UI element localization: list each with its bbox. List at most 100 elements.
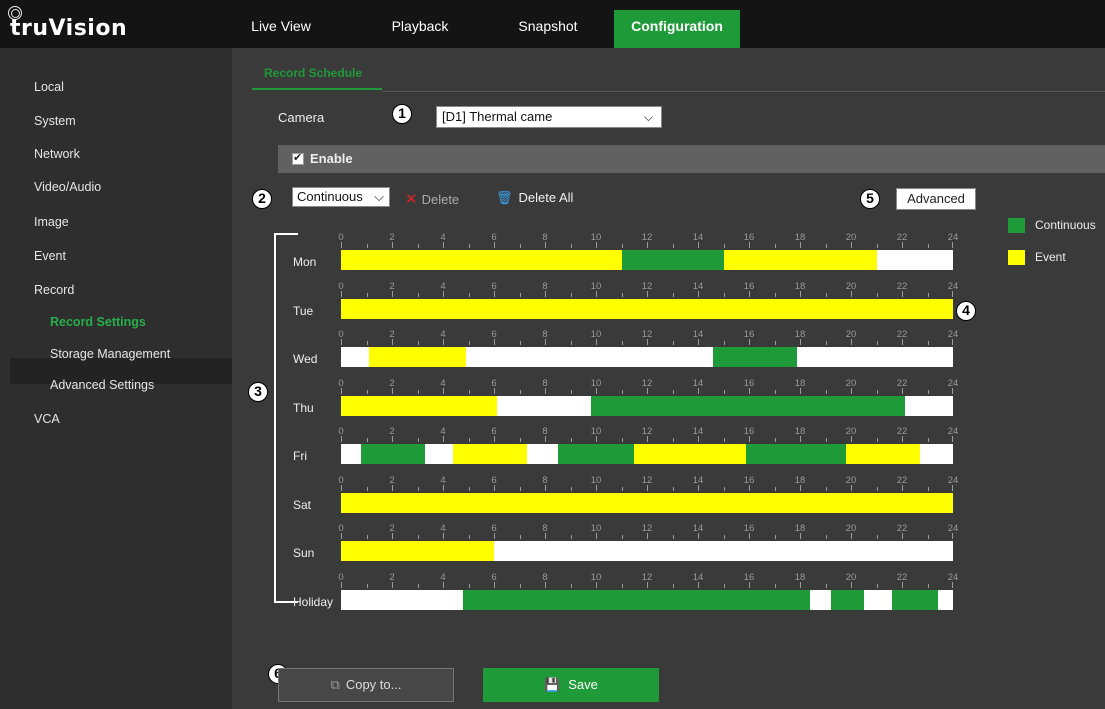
tab-record-schedule[interactable]: Record Schedule <box>252 56 382 90</box>
title-divider <box>382 91 1105 92</box>
event-segment[interactable] <box>453 444 528 464</box>
record-type-select[interactable]: Continuous ⌵ <box>292 187 390 207</box>
tick-mark <box>851 291 852 297</box>
event-segment[interactable] <box>341 299 953 319</box>
tick-label: 24 <box>947 329 959 340</box>
tick-mark <box>902 533 903 539</box>
event-segment[interactable] <box>341 250 622 270</box>
tick-mark <box>545 582 546 588</box>
copy-icon: ⧉ <box>330 677 340 692</box>
tick-mark <box>876 535 878 539</box>
sidebar-item-vca[interactable]: VCA <box>34 412 60 426</box>
tick-mark <box>952 291 953 297</box>
tick-mark <box>596 582 597 588</box>
schedule-bar-fri[interactable] <box>341 444 953 464</box>
tick-mark <box>621 487 623 491</box>
tick-mark <box>647 436 648 442</box>
tick-mark <box>366 244 368 248</box>
continuous-segment[interactable] <box>621 250 724 270</box>
tick-mark <box>952 582 953 588</box>
schedule-bar-sun[interactable] <box>341 541 953 561</box>
delete-button[interactable]: ✕ Delete <box>405 190 459 208</box>
tick-mark <box>468 244 470 248</box>
advanced-button[interactable]: Advanced <box>896 188 976 210</box>
continuous-segment[interactable] <box>746 444 846 464</box>
tick-mark <box>698 533 699 539</box>
sidebar-item-record[interactable]: Record <box>34 283 74 297</box>
tick-label: 24 <box>947 523 959 534</box>
continuous-segment[interactable] <box>891 590 938 610</box>
schedule-bar-wed[interactable] <box>341 347 953 367</box>
tick-mark <box>774 535 776 539</box>
schedule-bar-mon[interactable] <box>341 250 953 270</box>
tick-mark <box>519 293 521 297</box>
sidebar-item-local[interactable]: Local <box>34 80 64 94</box>
tick-mark <box>672 487 674 491</box>
sidebar-item-event[interactable]: Event <box>34 249 66 263</box>
continuous-segment[interactable] <box>463 590 811 610</box>
continuous-segment[interactable] <box>713 347 798 367</box>
sidebar-item-advanced-settings[interactable]: Advanced Settings <box>50 378 154 392</box>
tick-mark <box>876 390 878 394</box>
sidebar-item-network[interactable]: Network <box>34 147 80 161</box>
tick-mark <box>851 436 852 442</box>
tick-mark <box>621 293 623 297</box>
sidebar-item-storage-management[interactable]: Storage Management <box>50 347 170 361</box>
tick-mark <box>647 242 648 248</box>
tab-live-view[interactable]: Live View <box>246 10 316 48</box>
tick-mark <box>800 485 801 491</box>
event-segment[interactable] <box>845 444 920 464</box>
event-segment[interactable] <box>341 396 497 416</box>
sidebar-item-record-settings[interactable]: Record Settings <box>50 315 146 329</box>
tick-mark <box>698 582 699 588</box>
legend-swatch-event <box>1008 250 1025 265</box>
tab-snapshot[interactable]: Snapshot <box>508 10 588 48</box>
event-segment[interactable] <box>723 250 877 270</box>
tick-mark <box>825 487 827 491</box>
camera-select[interactable]: [D1] Thermal came ⌵ <box>436 106 662 128</box>
tick-mark <box>621 341 623 345</box>
tick-mark <box>800 291 801 297</box>
tick-label: 24 <box>947 572 959 583</box>
tick-mark <box>851 533 852 539</box>
copy-to-button[interactable]: ⧉ Copy to... <box>278 668 454 702</box>
day-label-tue: Tue <box>293 304 314 318</box>
event-segment[interactable] <box>341 493 953 513</box>
tick-mark <box>392 436 393 442</box>
event-segment[interactable] <box>634 444 747 464</box>
event-segment[interactable] <box>341 541 494 561</box>
tick-mark <box>723 293 725 297</box>
tick-mark <box>698 291 699 297</box>
tab-playback[interactable]: Playback <box>382 10 458 48</box>
tick-mark <box>749 388 750 394</box>
tick-mark <box>570 390 572 394</box>
tick-mark <box>927 487 929 491</box>
tick-mark <box>749 242 750 248</box>
tick-mark <box>570 244 572 248</box>
continuous-segment[interactable] <box>557 444 635 464</box>
event-segment[interactable] <box>369 347 466 367</box>
sidebar-item-video-audio[interactable]: Video/Audio <box>34 180 101 194</box>
schedule-bar-holiday[interactable] <box>341 590 953 610</box>
tick-mark <box>417 341 419 345</box>
sidebar-item-image[interactable]: Image <box>34 215 69 229</box>
tab-configuration[interactable]: Configuration <box>614 10 740 48</box>
tick-mark <box>774 438 776 442</box>
continuous-segment[interactable] <box>361 444 426 464</box>
timeline-ticks: 0 2 4 6 8 10 12 14 16 18 20 22 24 <box>338 378 958 394</box>
schedule-bar-thu[interactable] <box>341 396 953 416</box>
continuous-segment[interactable] <box>830 590 864 610</box>
sidebar-item-system[interactable]: System <box>34 114 76 128</box>
schedule-bar-sat[interactable] <box>341 493 953 513</box>
timeline-ticks: 0 2 4 6 8 10 12 14 16 18 20 22 24 <box>338 572 958 588</box>
tick-label: 24 <box>947 232 959 243</box>
schedule-bar-tue[interactable] <box>341 299 953 319</box>
tick-mark <box>800 242 801 248</box>
enable-checkbox[interactable] <box>292 151 304 165</box>
continuous-segment[interactable] <box>590 396 905 416</box>
save-button[interactable]: 💾 Save <box>483 668 659 702</box>
tick-mark <box>570 293 572 297</box>
tick-mark <box>876 341 878 345</box>
tick-mark <box>366 341 368 345</box>
delete-all-button[interactable]: 🗑 Delete All <box>496 190 573 206</box>
